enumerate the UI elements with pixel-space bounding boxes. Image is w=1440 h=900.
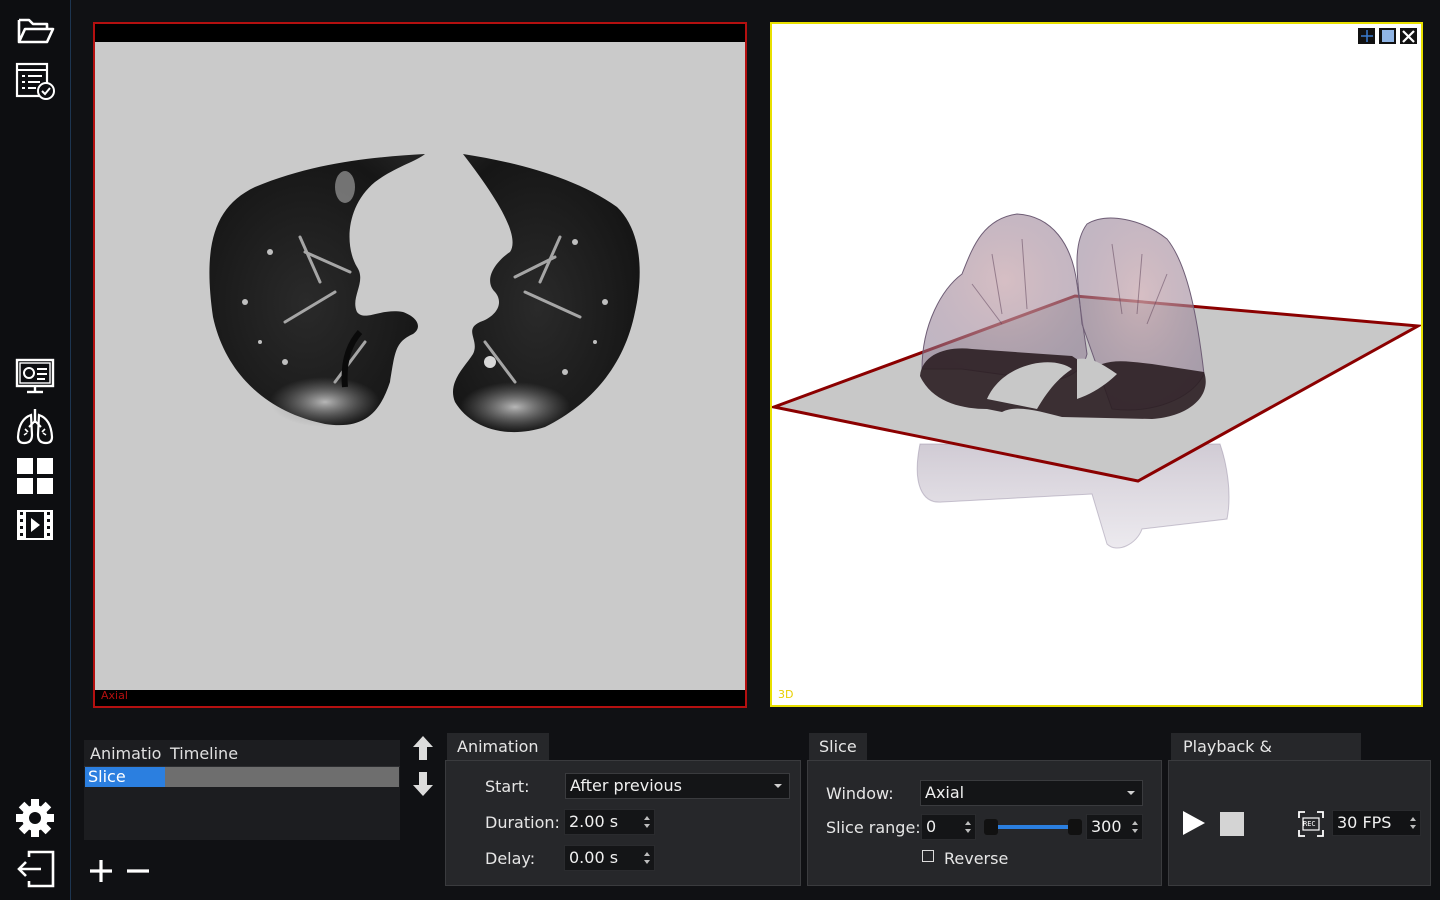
delay-label: Delay: [485, 849, 536, 868]
fps-value: 30 FPS [1337, 813, 1392, 832]
slider-handle-min[interactable] [984, 819, 998, 835]
axial-viewport[interactable]: Axial [93, 22, 747, 708]
3d-render [768, 213, 1424, 549]
reverse-checkbox[interactable] [922, 850, 934, 862]
playback-panel: REC 30 FPS [1168, 760, 1431, 886]
window-select-value: Axial [925, 783, 965, 802]
logout-icon [17, 850, 55, 888]
tab-playback-recording[interactable]: Playback & Recording [1171, 733, 1361, 784]
animation-name: Slice [85, 767, 165, 787]
square-icon [1381, 30, 1394, 42]
grid-icon [17, 458, 53, 494]
duration-label: Duration: [485, 813, 560, 832]
window-select[interactable]: Axial [920, 780, 1143, 806]
viewport-tools-button[interactable] [1400, 28, 1417, 44]
minus-icon [127, 869, 149, 873]
rec-label: REC [1303, 820, 1316, 828]
settings-button[interactable] [12, 797, 58, 839]
start-select[interactable]: After previous [565, 773, 790, 799]
slider-track [990, 825, 1076, 829]
list-item[interactable]: Slice [85, 767, 399, 787]
3d-viewport-label: 3D [778, 688, 794, 701]
animation-list: Animatio Timeline Slice [84, 740, 400, 840]
play-icon [1183, 811, 1205, 835]
spin-up-icon[interactable] [644, 816, 650, 820]
chevron-down-icon [774, 784, 782, 788]
slice-range-min-value: 0 [926, 817, 937, 836]
duration-value: 2.00 s [569, 812, 619, 831]
axial-viewport-label: Axial [101, 689, 128, 702]
fps-spinbox[interactable]: 30 FPS [1332, 810, 1421, 836]
tools-icon [1402, 29, 1415, 43]
gear-icon [16, 799, 54, 837]
sidebar [0, 0, 71, 900]
slice-range-min-spinbox[interactable]: 0 [921, 814, 976, 840]
axial-slice-image [95, 42, 745, 690]
crosshair-icon [1360, 30, 1373, 42]
duration-spinbox[interactable]: 2.00 s [564, 809, 655, 835]
start-select-value: After previous [570, 776, 682, 795]
delay-value: 0.00 s [569, 848, 619, 867]
spin-up-icon[interactable] [644, 852, 650, 856]
layout-grid-button[interactable] [12, 455, 58, 497]
slice-panel: Window: Axial Slice range: 0 300 Reverse [807, 760, 1162, 886]
play-button[interactable] [1181, 809, 1207, 837]
3d-viewport[interactable]: 3D [768, 22, 1424, 707]
spin-up-icon[interactable] [965, 821, 971, 825]
tab-animation[interactable]: Animation [447, 733, 549, 761]
reverse-label: Reverse [944, 849, 1009, 868]
checklist-button[interactable] [12, 60, 58, 102]
crosshair-tool-button[interactable] [1358, 28, 1375, 44]
film-icon [17, 510, 53, 540]
maximize-viewport-button[interactable] [1379, 28, 1396, 44]
slice-range-max-value: 300 [1091, 817, 1122, 836]
animation-button[interactable] [12, 504, 58, 546]
spin-up-icon[interactable] [1132, 821, 1138, 825]
checklist-icon [15, 62, 55, 100]
spin-up-icon[interactable] [1410, 817, 1416, 821]
window-label: Window: [826, 784, 894, 803]
logout-button[interactable] [12, 848, 58, 890]
arrow-down-icon [413, 772, 433, 796]
stop-button[interactable] [1220, 812, 1244, 836]
lungs-icon [16, 409, 54, 445]
slice-range-label: Slice range: [826, 818, 921, 837]
spin-down-icon[interactable] [1132, 829, 1138, 833]
column-header-animation[interactable]: Animatio [84, 744, 164, 763]
slider-handle-max[interactable] [1068, 819, 1082, 835]
chevron-down-icon [1127, 791, 1135, 795]
tab-slice[interactable]: Slice [809, 733, 867, 761]
move-down-button[interactable] [412, 771, 434, 797]
plus-icon [90, 860, 112, 882]
arrow-up-icon [413, 736, 433, 760]
spin-down-icon[interactable] [644, 824, 650, 828]
lungs-button[interactable] [12, 406, 58, 448]
open-folder-button[interactable] [12, 10, 58, 52]
start-label: Start: [485, 777, 530, 796]
monitor-settings-icon [15, 358, 55, 394]
animation-panel: Start: After previous Duration: 2.00 s D… [445, 760, 801, 886]
remove-animation-button[interactable] [123, 856, 153, 886]
add-animation-button[interactable] [86, 856, 116, 886]
column-header-timeline[interactable]: Timeline [164, 744, 238, 763]
move-up-button[interactable] [412, 735, 434, 761]
monitor-settings-button[interactable] [12, 355, 58, 397]
delay-spinbox[interactable]: 0.00 s [564, 845, 655, 871]
slice-range-slider[interactable] [984, 819, 1082, 835]
spin-down-icon[interactable] [1410, 825, 1416, 829]
record-button[interactable]: REC [1298, 811, 1324, 837]
spin-down-icon[interactable] [965, 829, 971, 833]
spin-down-icon[interactable] [644, 860, 650, 864]
slice-range-max-spinbox[interactable]: 300 [1086, 814, 1143, 840]
animation-list-header: Animatio Timeline [84, 740, 400, 767]
folder-open-icon [17, 18, 55, 44]
